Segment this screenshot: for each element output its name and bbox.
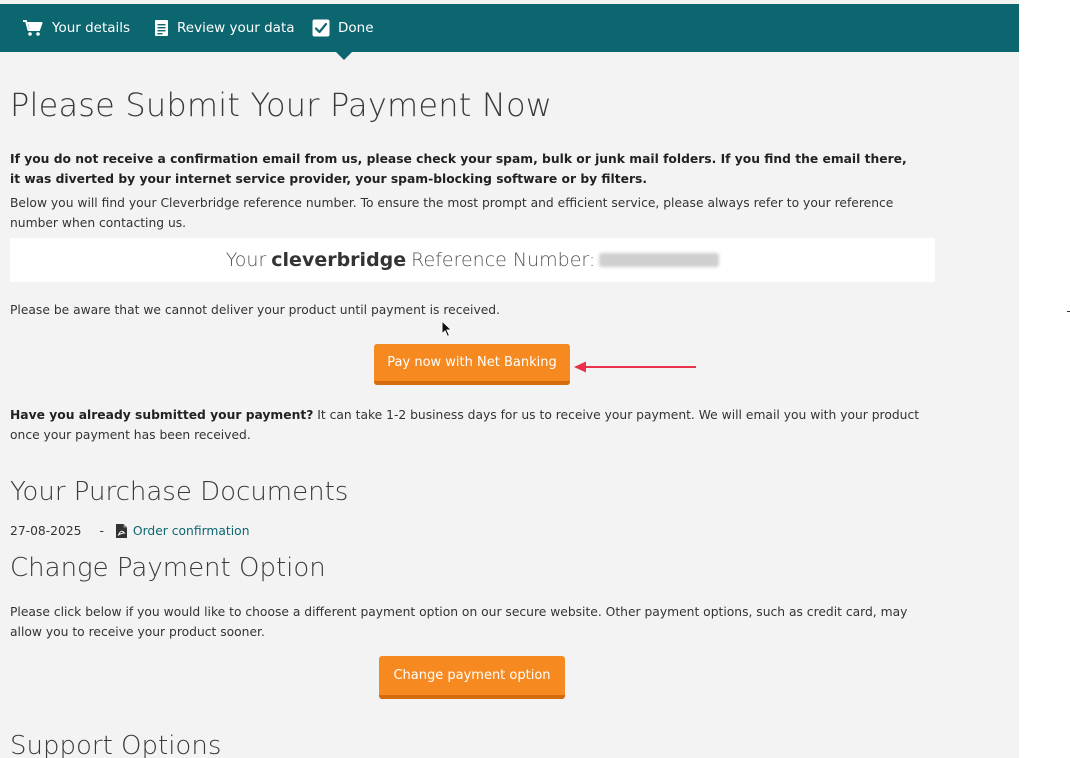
annotation-arrow — [574, 361, 696, 373]
pay-now-net-banking-button[interactable]: Pay now with Net Banking — [374, 344, 570, 385]
redacted-reference-number — [599, 253, 720, 267]
document-row: 27-08-2025 - Order confirmation — [10, 524, 250, 538]
support-options-heading: Support Options — [10, 731, 222, 758]
document-separator: - — [99, 524, 104, 538]
step-done[interactable]: Done — [312, 4, 374, 52]
cart-icon — [23, 20, 43, 36]
reference-info-text: Below you will find your Cleverbridge re… — [10, 196, 894, 230]
step-review-your-data[interactable]: Review your data — [154, 4, 295, 52]
reference-number-box: Your cleverbridge Reference Number: — [10, 238, 935, 282]
spam-notice: If you do not receive a confirmation ema… — [10, 152, 907, 186]
reference-brand: cleverbridge — [271, 249, 407, 271]
pdf-document-icon — [115, 524, 127, 538]
checkout-stepper: Your details Review your data Done — [0, 4, 1019, 52]
checkbox-icon — [312, 19, 330, 37]
payment-page: Your details Review your data Done Pleas… — [0, 0, 1019, 758]
mouse-cursor-icon — [441, 320, 453, 338]
change-payment-text: Please click below if you would like to … — [10, 605, 908, 639]
step-label: Your details — [52, 20, 131, 36]
reference-suffix: Reference Number: — [411, 249, 596, 271]
step-your-details[interactable]: Your details — [22, 4, 130, 52]
page-title: Please Submit Your Payment Now — [10, 86, 553, 124]
order-confirmation-link[interactable]: Order confirmation — [133, 524, 250, 538]
active-step-indicator — [336, 52, 352, 60]
payment-submitted-info: Have you already submitted your payment?… — [10, 408, 920, 442]
reference-prefix: Your — [225, 249, 267, 271]
step-label: Done — [338, 20, 374, 36]
change-payment-heading: Change Payment Option — [10, 553, 326, 583]
change-payment-option-button[interactable]: Change payment option — [379, 656, 565, 699]
document-icon — [155, 20, 168, 36]
step-label: Review your data — [177, 20, 295, 36]
purchase-documents-heading: Your Purchase Documents — [10, 477, 349, 507]
document-date: 27-08-2025 — [10, 524, 82, 538]
outer-margin — [1019, 0, 1070, 758]
delivery-notice: Please be aware that we cannot deliver y… — [10, 303, 501, 317]
